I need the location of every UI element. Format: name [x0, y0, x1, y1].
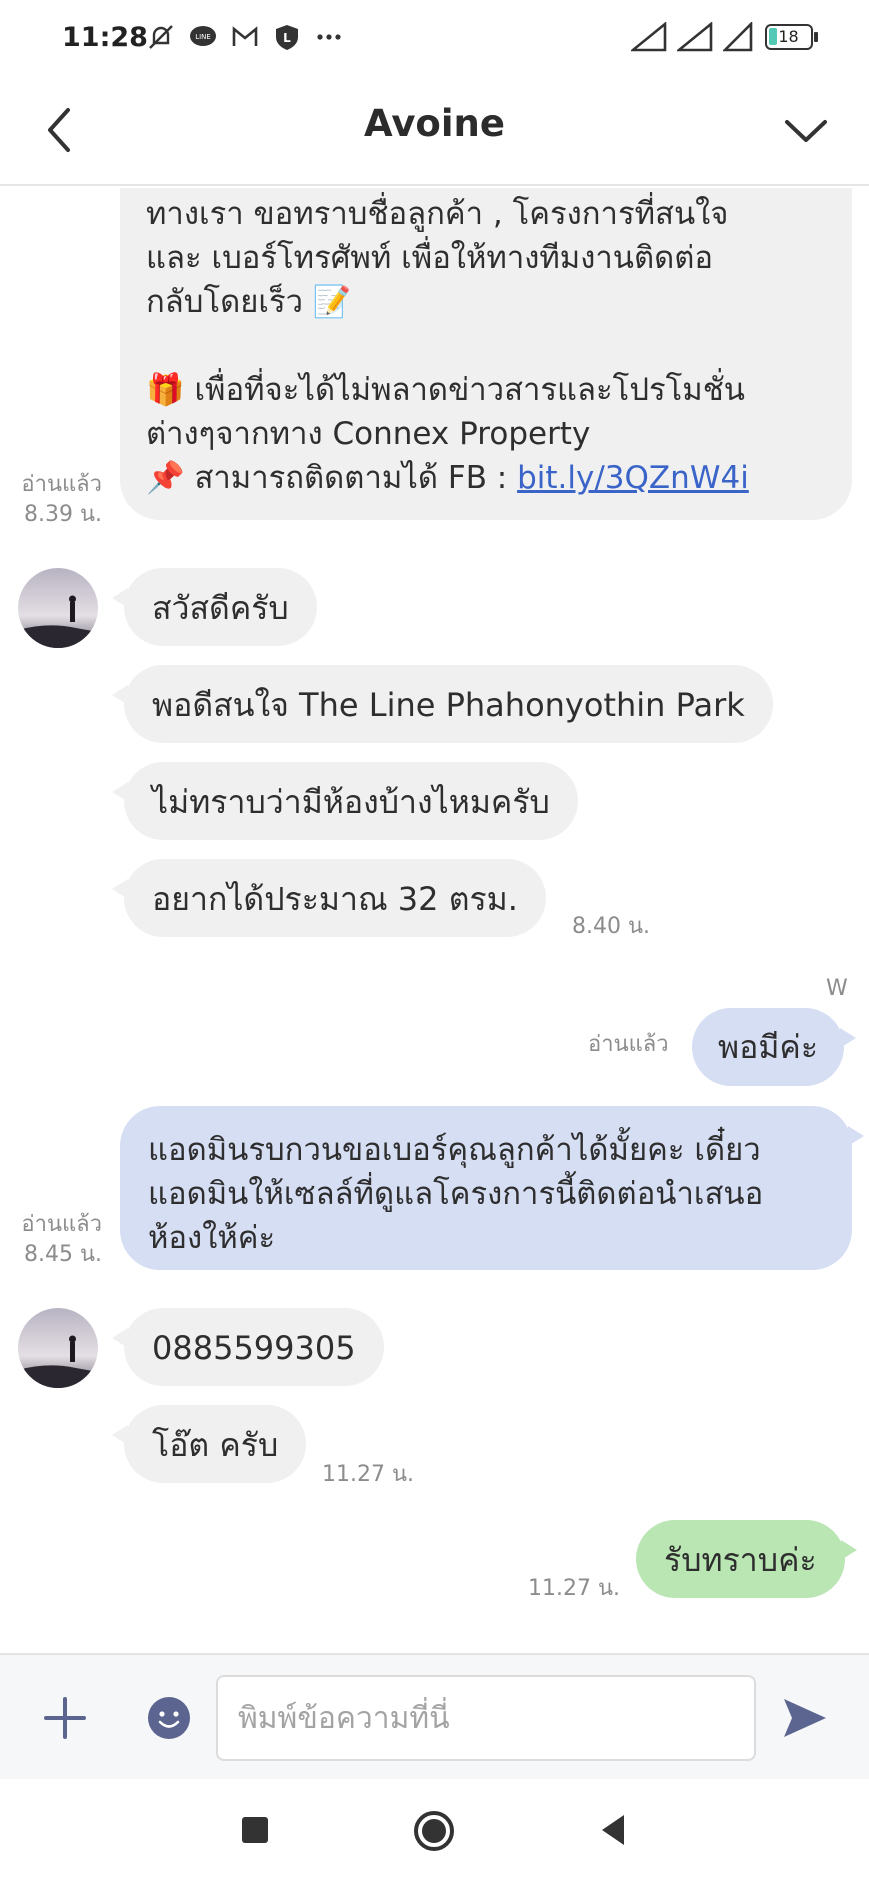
- recent-apps-icon[interactable]: [238, 1809, 272, 1849]
- message-text: 📌 สามารถติดตามได้ FB :: [146, 460, 518, 496]
- read-receipt: อ่านแล้ว: [588, 1032, 669, 1057]
- signal-icon: [677, 22, 713, 52]
- message-line: กลับโดยเร็ว 📝: [146, 284, 352, 320]
- message-time: 11.27 น.: [322, 1462, 415, 1487]
- message-line: ห้องให้ค่ะ: [148, 1220, 276, 1256]
- message-line: [146, 324, 826, 368]
- profile-photo: [18, 1308, 98, 1388]
- home-icon[interactable]: [412, 1809, 456, 1853]
- more-dots-icon: [317, 34, 341, 40]
- message-bubble-outgoing[interactable]: พอมีค่ะ: [692, 1008, 856, 1086]
- message-time: 11.27 น.: [528, 1576, 621, 1601]
- message-list[interactable]: ทางเรา ขอทราบชื่อลูกค้า , โครงการที่สนใจ…: [0, 188, 869, 1653]
- message-text: อยากได้ประมาณ 32 ตรม.: [152, 880, 518, 918]
- system-nav-bar: [0, 1779, 869, 1883]
- message-meta: อ่านแล้ว 8.45 น.: [6, 1210, 102, 1270]
- message-line: 🎁 เพื่อที่จะได้ไม่พลาดข่าวสารและโปรโมชั่…: [146, 372, 745, 408]
- message-bubble-incoming[interactable]: อยากได้ประมาณ 32 ตรม.: [112, 859, 546, 937]
- chevron-down-icon[interactable]: [779, 106, 833, 156]
- message-line: และ เบอร์โทรศัพท์ เพื่อให้ทางทีมงานติดต่…: [146, 240, 713, 276]
- notification-icons: LINE L: [146, 22, 344, 52]
- message-meta: อ่านแล้ว 8.39 น.: [6, 470, 102, 530]
- avatar[interactable]: [18, 1308, 98, 1388]
- gmail-icon: [232, 26, 258, 46]
- status-time: 11:28: [62, 22, 148, 53]
- plus-icon[interactable]: [42, 1695, 88, 1741]
- svg-text:LINE: LINE: [195, 33, 211, 41]
- message-text: สวัสดีครับ: [152, 589, 289, 627]
- message-bubble-outgoing[interactable]: ทางเรา ขอทราบชื่อลูกค้า , โครงการที่สนใจ…: [120, 188, 852, 520]
- message-bubble-incoming[interactable]: พอดีสนใจ The Line Phahonyothin Park: [112, 665, 773, 743]
- chat-header: Avoine: [0, 80, 869, 186]
- composer-bar: [0, 1653, 869, 1779]
- message-line: แอดมินรบกวนขอเบอร์คุณลูกค้าได้มั้ยคะ เดี…: [148, 1132, 761, 1168]
- message-bubble-incoming[interactable]: โอ๊ต ครับ: [111, 1405, 307, 1483]
- message-text: พอมีค่ะ: [718, 1028, 818, 1066]
- line-app-icon: LINE: [190, 26, 216, 46]
- battery-icon: 18: [765, 24, 818, 50]
- message-text: ไม่ทราบว่ามีห้องบ้างไหมครับ: [152, 783, 550, 821]
- wifi-signal-icon: [723, 22, 753, 52]
- message-text: พอดีสนใจ The Line Phahonyothin Park: [152, 686, 745, 724]
- signal-icon: [631, 22, 667, 52]
- message-bubble-outgoing[interactable]: แอดมินรบกวนขอเบอร์คุณลูกค้าได้มั้ยคะ เดี…: [120, 1106, 864, 1270]
- message-time: 8.45 น.: [23, 1242, 102, 1267]
- message-bubble-outgoing[interactable]: รับทราบค่ะ: [636, 1520, 857, 1598]
- svg-text:L: L: [283, 31, 291, 45]
- avatar[interactable]: [18, 568, 98, 648]
- message-line: 📌 สามารถติดตามได้ FB : bit.ly/3QZnW4i: [146, 456, 826, 500]
- sender-name: W: [826, 976, 848, 1001]
- message-line: แอดมินให้เซลล์ที่ดูแลโครงการนี้ติดต่อนำเ…: [148, 1176, 764, 1212]
- emoji-icon[interactable]: [146, 1695, 192, 1741]
- message-text: 0885599305: [152, 1329, 356, 1367]
- message-bubble-incoming[interactable]: สวัสดีครับ: [112, 568, 317, 646]
- back-triangle-icon[interactable]: [596, 1809, 630, 1849]
- message-bubble-incoming[interactable]: 0885599305: [112, 1308, 384, 1386]
- shield-app-icon: L: [276, 25, 298, 50]
- battery-level: 18: [778, 27, 799, 46]
- message-line: ต่างๆจากทาง Connex Property: [146, 416, 591, 452]
- read-receipt: อ่านแล้ว: [21, 472, 102, 497]
- facebook-link[interactable]: bit.ly/3QZnW4i: [517, 460, 749, 496]
- message-bubble-incoming[interactable]: ไม่ทราบว่ามีห้องบ้างไหมครับ: [112, 762, 578, 840]
- message-time: 8.40 น.: [572, 914, 651, 939]
- status-bar: 11:28 LINE L 18: [0, 0, 869, 80]
- message-text: รับทราบค่ะ: [664, 1541, 817, 1579]
- message-input[interactable]: [216, 1675, 756, 1761]
- mute-bell-icon: [149, 25, 173, 49]
- system-status-icons: 18: [631, 22, 818, 52]
- message-line: ทางเรา ขอทราบชื่อลูกค้า , โครงการที่สนใจ: [146, 196, 729, 232]
- message-time: 8.39 น.: [23, 502, 102, 527]
- message-text: โอ๊ต ครับ: [152, 1426, 279, 1464]
- chat-title: Avoine: [364, 102, 505, 145]
- profile-photo: [18, 568, 98, 648]
- read-receipt: อ่านแล้ว: [21, 1212, 102, 1237]
- send-icon[interactable]: [780, 1693, 830, 1743]
